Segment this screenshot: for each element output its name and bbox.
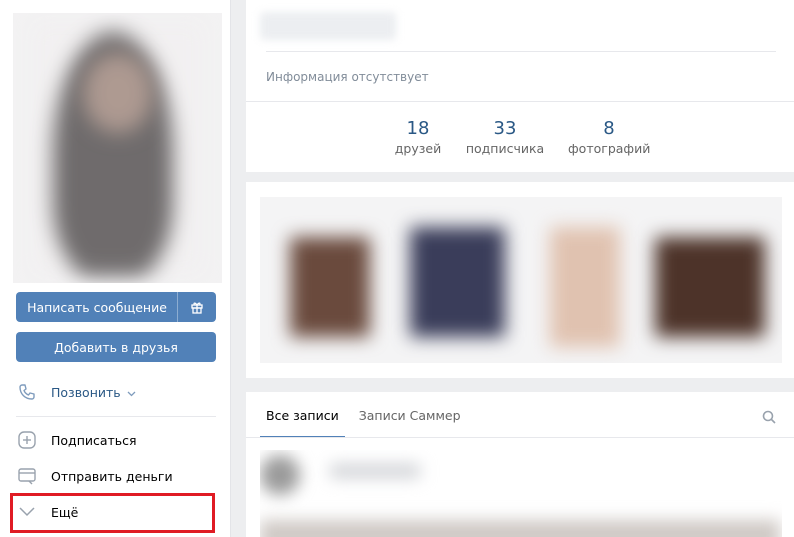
photo-thumb[interactable] [655,237,765,337]
profile-name-blurred [260,12,396,40]
gift-icon [191,302,203,314]
phone-icon [16,381,38,403]
subscribe-action[interactable]: Подписаться [16,428,216,452]
info-divider [266,51,776,52]
followers-label: подписчика [465,141,545,156]
wall-tabs: Все записи Записи Саммер [260,392,475,438]
search-icon[interactable] [762,409,776,428]
photo-thumb[interactable] [290,237,370,337]
call-label: Позвонить [51,384,121,400]
add-friend-label: Добавить в друзья [54,339,178,355]
profile-info-card: Информация отсутствует 18 друзей 33 подп… [246,0,794,172]
photo-thumb[interactable] [550,227,620,347]
subscribe-label: Подписаться [51,432,137,448]
followers-counter[interactable]: 33 подписчика [464,118,546,156]
wall-card: Все записи Записи Саммер [246,392,794,537]
friends-label: друзей [394,141,442,156]
profile-sidebar: Написать сообщение Добавить в друзья Поз… [0,0,231,537]
profile-avatar[interactable] [13,13,222,283]
photos-count: 8 [603,118,615,139]
wall-post-blurred [260,450,782,537]
photos-counter[interactable]: 8 фотографий [568,118,650,156]
friends-counter[interactable]: 18 друзей [390,118,446,156]
wall-tabs-divider [246,437,794,438]
followers-count: 33 [493,118,517,139]
money-transfer-icon [16,465,38,487]
gift-button[interactable] [177,292,216,322]
add-friend-button[interactable]: Добавить в друзья [16,332,216,362]
call-action[interactable]: Позвонить [16,380,216,404]
counters-divider [246,101,794,102]
write-message-label: Написать сообщение [27,299,167,315]
send-money-action[interactable]: Отправить деньги [16,464,216,488]
photo-thumb[interactable] [410,227,505,337]
tab-all-posts[interactable]: Все записи [260,392,345,438]
send-money-label: Отправить деньги [51,468,173,484]
tab-owner-posts[interactable]: Записи Саммер [353,392,467,438]
highlight-box [10,493,215,533]
chevron-down-icon [127,385,136,400]
info-status: Информация отсутствует [266,70,429,84]
friends-count: 18 [406,118,430,139]
plus-square-icon [16,429,38,451]
photos-card [246,182,794,378]
photo-strip [260,197,782,363]
actions-divider [16,416,216,417]
photos-label: фотографий [568,141,651,156]
